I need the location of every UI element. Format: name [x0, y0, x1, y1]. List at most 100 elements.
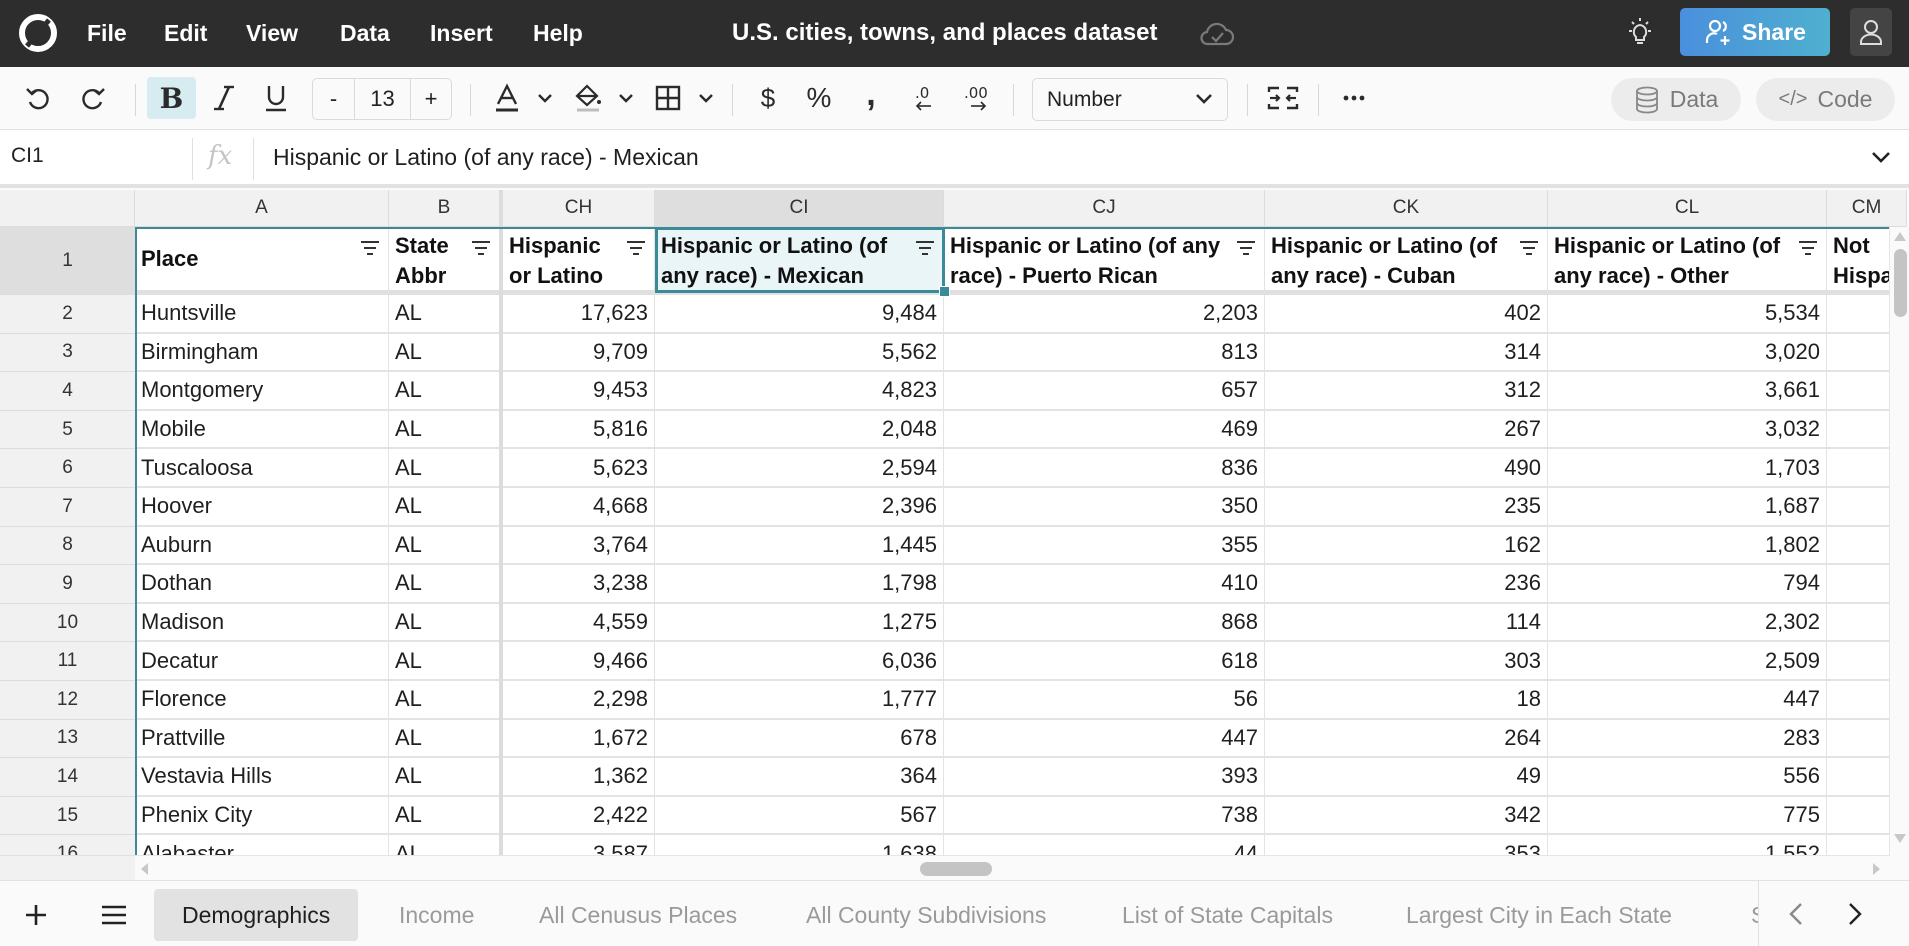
- percent-format-button[interactable]: %: [799, 77, 839, 119]
- column-header-a[interactable]: A: [135, 190, 389, 227]
- header-cell-ci[interactable]: Hispanic or Latino (of any race) - Mexic…: [655, 227, 944, 295]
- filter-icon[interactable]: [1236, 239, 1256, 257]
- decrease-decimal-button[interactable]: .0: [905, 77, 945, 119]
- tab-income[interactable]: Income: [399, 889, 474, 941]
- cell-b-12[interactable]: AL: [389, 681, 500, 720]
- cell-b-14[interactable]: AL: [389, 758, 500, 797]
- cell-ck-11[interactable]: 303: [1265, 642, 1548, 681]
- cell-ch-8[interactable]: 3,764: [503, 526, 655, 566]
- cell-b-10[interactable]: AL: [389, 603, 500, 643]
- cell-ch-15[interactable]: 2,422: [503, 796, 655, 836]
- user-account-button[interactable]: [1850, 8, 1892, 56]
- font-size-decrease-button[interactable]: -: [313, 79, 355, 119]
- cell-ck-9[interactable]: 236: [1265, 565, 1548, 604]
- filter-icon[interactable]: [915, 239, 935, 257]
- cell-a-14[interactable]: Vestavia Hills: [135, 758, 389, 797]
- tabs-prev-button[interactable]: [1789, 899, 1803, 929]
- column-header-ci[interactable]: CI: [655, 190, 944, 227]
- header-cell-cj[interactable]: Hispanic or Latino (of any race) - Puert…: [944, 227, 1265, 295]
- cell-a-16[interactable]: Alabaster: [135, 835, 389, 856]
- data-panel-button[interactable]: Data: [1611, 78, 1741, 121]
- cell-ck-6[interactable]: 490: [1265, 449, 1548, 488]
- column-header-cm[interactable]: CM: [1827, 190, 1907, 227]
- tabs-next-button[interactable]: [1848, 899, 1862, 929]
- cell-a-11[interactable]: Decatur: [135, 642, 389, 681]
- cell-ch-7[interactable]: 4,668: [503, 488, 655, 527]
- cell-ci-2[interactable]: 9,484: [655, 295, 944, 334]
- cell-cl-16[interactable]: 1,552: [1548, 835, 1827, 856]
- header-cell-ch[interactable]: Hispanic or Latino: [503, 227, 655, 295]
- cell-cj-5[interactable]: 469: [944, 410, 1265, 450]
- cell-cl-6[interactable]: 1,703: [1548, 449, 1827, 488]
- cell-ck-2[interactable]: 402: [1265, 295, 1548, 334]
- row-header[interactable]: 6: [0, 449, 135, 488]
- cell-cj-6[interactable]: 836: [944, 449, 1265, 488]
- cell-ch-13[interactable]: 1,672: [503, 719, 655, 759]
- cell-cl-4[interactable]: 3,661: [1548, 372, 1827, 411]
- row-header[interactable]: 13: [0, 719, 135, 759]
- cell-a-7[interactable]: Hoover: [135, 488, 389, 527]
- cell-b-5[interactable]: AL: [389, 410, 500, 450]
- vertical-scrollbar[interactable]: [1889, 227, 1909, 856]
- cell-b-4[interactable]: AL: [389, 372, 500, 411]
- cell-cl-10[interactable]: 2,302: [1548, 603, 1827, 643]
- cell-cj-9[interactable]: 410: [944, 565, 1265, 604]
- cell-cl-11[interactable]: 2,509: [1548, 642, 1827, 681]
- cell-b-3[interactable]: AL: [389, 333, 500, 373]
- cell-ck-5[interactable]: 267: [1265, 410, 1548, 450]
- cell-b-13[interactable]: AL: [389, 719, 500, 759]
- cell-a-10[interactable]: Madison: [135, 603, 389, 643]
- row-header[interactable]: 10: [0, 603, 135, 643]
- cell-a-6[interactable]: Tuscaloosa: [135, 449, 389, 488]
- undo-button[interactable]: [18, 77, 58, 119]
- row-header[interactable]: 15: [0, 796, 135, 836]
- cell-cj-8[interactable]: 355: [944, 526, 1265, 566]
- add-sheet-button[interactable]: [24, 889, 48, 941]
- borders-dropdown[interactable]: [688, 77, 724, 119]
- row-header[interactable]: 12: [0, 681, 135, 720]
- cell-a-13[interactable]: Prattville: [135, 719, 389, 759]
- cell-cl-12[interactable]: 447: [1548, 681, 1827, 720]
- cell-cl-9[interactable]: 794: [1548, 565, 1827, 604]
- cell-ci-6[interactable]: 2,594: [655, 449, 944, 488]
- cell-b-15[interactable]: AL: [389, 796, 500, 836]
- cell-ck-8[interactable]: 162: [1265, 526, 1548, 566]
- menu-insert[interactable]: Insert: [430, 20, 493, 47]
- cell-ch-5[interactable]: 5,816: [503, 410, 655, 450]
- redo-button[interactable]: [73, 77, 113, 119]
- cell-a-4[interactable]: Montgomery: [135, 372, 389, 411]
- cell-b-16[interactable]: AL: [389, 835, 500, 856]
- text-color-dropdown[interactable]: [527, 77, 563, 119]
- row-header[interactable]: 11: [0, 642, 135, 681]
- tab-demographics[interactable]: Demographics: [154, 889, 359, 941]
- bold-button[interactable]: B: [147, 77, 196, 119]
- cell-ci-8[interactable]: 1,445: [655, 526, 944, 566]
- cell-ck-12[interactable]: 18: [1265, 681, 1548, 720]
- cell-b-7[interactable]: AL: [389, 488, 500, 527]
- cell-cj-11[interactable]: 618: [944, 642, 1265, 681]
- cell-ci-7[interactable]: 2,396: [655, 488, 944, 527]
- cell-cl-5[interactable]: 3,032: [1548, 410, 1827, 450]
- cell-ci-9[interactable]: 1,798: [655, 565, 944, 604]
- share-button[interactable]: Share: [1680, 8, 1830, 56]
- cell-ci-3[interactable]: 5,562: [655, 333, 944, 373]
- cell-ci-4[interactable]: 4,823: [655, 372, 944, 411]
- cell-ch-2[interactable]: 17,623: [503, 295, 655, 334]
- cell-ch-12[interactable]: 2,298: [503, 681, 655, 720]
- cell-b-8[interactable]: AL: [389, 526, 500, 566]
- menu-data[interactable]: Data: [340, 20, 390, 47]
- row-header[interactable]: 3: [0, 333, 135, 373]
- header-cell-b[interactable]: State Abbr: [389, 227, 500, 295]
- tab-largest-city-in-each-state[interactable]: Largest City in Each State: [1406, 889, 1672, 941]
- expand-formula-chevron-icon[interactable]: [1871, 151, 1891, 164]
- increase-decimal-button[interactable]: .00: [958, 77, 998, 119]
- cell-cl-13[interactable]: 283: [1548, 719, 1827, 759]
- cell-ci-11[interactable]: 6,036: [655, 642, 944, 681]
- cell-cj-2[interactable]: 2,203: [944, 295, 1265, 334]
- cell-a-12[interactable]: Florence: [135, 681, 389, 720]
- cell-a-15[interactable]: Phenix City: [135, 796, 389, 836]
- tab-all-census-places[interactable]: All Cenusus Places: [539, 889, 737, 941]
- column-header-ck[interactable]: CK: [1265, 190, 1548, 227]
- cell-ck-4[interactable]: 312: [1265, 372, 1548, 411]
- filter-icon[interactable]: [360, 239, 380, 257]
